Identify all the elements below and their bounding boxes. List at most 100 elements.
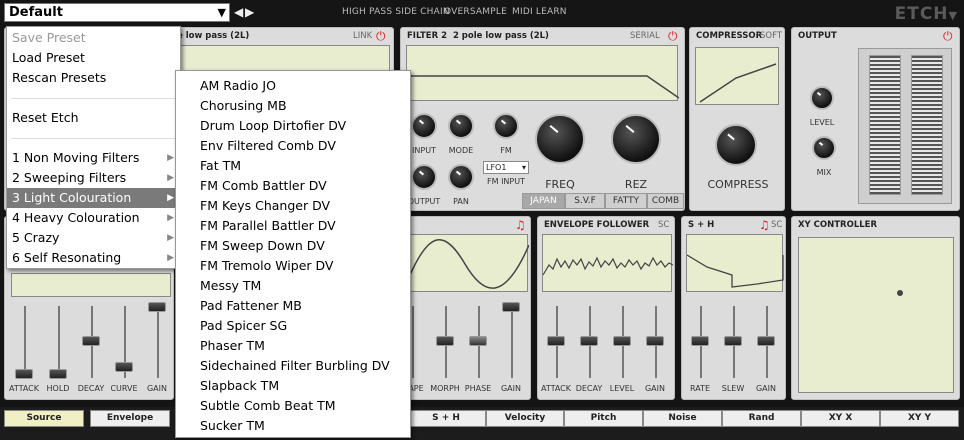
- curve-slider[interactable]: [115, 362, 133, 372]
- prev-preset-icon[interactable]: ◀: [234, 5, 243, 19]
- sh-sc-toggle[interactable]: SC: [771, 220, 782, 230]
- ef-gain-slider[interactable]: [646, 336, 664, 346]
- output-title: OUTPUT: [798, 31, 837, 41]
- menu-item-non-moving-filters[interactable]: 1 Non Moving Filters ▶: [7, 148, 180, 168]
- tab-pitch[interactable]: Pitch: [564, 410, 643, 427]
- filter1-power-icon[interactable]: ⏻: [376, 29, 386, 44]
- submenu-item[interactable]: FM Tremolo Wiper DV: [176, 256, 410, 276]
- envelope-display: [11, 273, 171, 297]
- submenu-item[interactable]: Phaser TM: [176, 336, 410, 356]
- submenu-item[interactable]: Fat TM: [176, 156, 410, 176]
- tab-envelope[interactable]: Envelope: [90, 410, 170, 427]
- tab-sh[interactable]: S + H: [406, 410, 486, 427]
- submenu-item[interactable]: FM Comb Battler DV: [176, 176, 410, 196]
- filter2-power-icon[interactable]: ⏻: [668, 29, 678, 44]
- lfo-note-icon[interactable]: ♫: [515, 218, 526, 232]
- mode-svf-button[interactable]: S.V.F: [565, 193, 605, 209]
- fm-knob[interactable]: [493, 113, 519, 139]
- submenu-item[interactable]: Pad Fattener MB: [176, 296, 410, 316]
- compress-knob[interactable]: [715, 124, 757, 166]
- rate-slider[interactable]: [691, 336, 709, 346]
- rez-knob[interactable]: [611, 114, 661, 164]
- tab-velocity[interactable]: Velocity: [486, 410, 564, 427]
- tab-noise[interactable]: Noise: [643, 410, 722, 427]
- submenu-item[interactable]: Messy TM: [176, 276, 410, 296]
- submenu-item[interactable]: Chorusing MB: [176, 96, 410, 116]
- phase-slider[interactable]: [469, 336, 487, 346]
- submenu-arrow-icon: ▶: [167, 193, 174, 203]
- menu-item-crazy[interactable]: 5 Crazy ▶: [7, 228, 180, 248]
- ef-decay-slider[interactable]: [580, 336, 598, 346]
- preset-dropdown[interactable]: Default ▼: [4, 3, 230, 22]
- fm-input-select[interactable]: LFO1 ▾: [483, 161, 529, 174]
- slew-slider[interactable]: [724, 336, 742, 346]
- pan-knob[interactable]: [448, 164, 474, 190]
- submenu-item[interactable]: Sucker TM: [176, 416, 410, 436]
- submenu-item[interactable]: Drum Loop Dirtofier DV: [176, 116, 410, 136]
- morph-slider[interactable]: [436, 336, 454, 346]
- menu-item-save-preset[interactable]: Save Preset: [7, 28, 180, 48]
- mix-label: MIX: [816, 168, 832, 177]
- mode-knob[interactable]: [448, 113, 474, 139]
- tab-xy-y[interactable]: XY Y: [880, 410, 959, 427]
- soft-toggle[interactable]: SOFT: [760, 31, 782, 41]
- level-knob[interactable]: [810, 86, 834, 110]
- submenu-item[interactable]: Slapback TM: [176, 376, 410, 396]
- oversample-button[interactable]: OVERSAMPLE: [444, 7, 507, 17]
- filter1-title: e low pass (2L): [177, 31, 250, 41]
- link-toggle[interactable]: LINK: [353, 31, 372, 41]
- envfollow-sc-toggle[interactable]: SC: [658, 220, 669, 230]
- menu-item-reset-etch[interactable]: Reset Etch: [7, 108, 180, 128]
- mix-knob[interactable]: [812, 136, 836, 160]
- left-meter: [869, 55, 901, 195]
- output-knob[interactable]: [411, 164, 437, 190]
- tab-xy-x[interactable]: XY X: [801, 410, 880, 427]
- xy-cursor[interactable]: [897, 290, 903, 296]
- sh-note-icon[interactable]: ♫: [759, 218, 770, 232]
- mode-comb-button[interactable]: COMB: [647, 193, 684, 209]
- input-knob[interactable]: [411, 113, 437, 139]
- submenu-item[interactable]: FM Parallel Battler DV: [176, 216, 410, 236]
- midi-learn-button[interactable]: MIDI LEARN: [512, 7, 567, 17]
- submenu-item[interactable]: AM Radio JO: [176, 76, 410, 96]
- ef-attack-slider[interactable]: [547, 336, 565, 346]
- tab-source[interactable]: Source: [4, 410, 84, 427]
- menu-item-heavy-colouration[interactable]: 4 Heavy Colouration ▶: [7, 208, 180, 228]
- menu-item-rescan-presets[interactable]: Rescan Presets: [7, 68, 180, 88]
- envelope-gain-slider[interactable]: [148, 302, 166, 312]
- lfo-gain-slider[interactable]: [502, 302, 520, 312]
- submenu-item[interactable]: Pad Spicer SG: [176, 316, 410, 336]
- filter2-display: [406, 45, 680, 101]
- menu-separator: [11, 98, 176, 99]
- decay-slider[interactable]: [82, 336, 100, 346]
- submenu-arrow-icon: ▶: [167, 253, 174, 263]
- submenu-item[interactable]: Sidechained Filter Burbling DV: [176, 356, 410, 376]
- envfollow-wave: [542, 256, 674, 276]
- xy-pad[interactable]: [798, 237, 954, 393]
- level-label: LEVEL: [809, 118, 835, 127]
- output-power-icon[interactable]: ⏻: [943, 29, 953, 44]
- tab-rand[interactable]: Rand: [722, 410, 801, 427]
- menu-item-load-preset[interactable]: Load Preset: [7, 48, 180, 68]
- ef-level-slider[interactable]: [613, 336, 631, 346]
- mode-fatty-button[interactable]: FATTY: [605, 193, 647, 209]
- sh-gain-slider[interactable]: [757, 336, 775, 346]
- submenu-item[interactable]: Subtle Comb Beat TM: [176, 396, 410, 416]
- serial-toggle[interactable]: SERIAL: [630, 31, 660, 41]
- menu-item-light-colouration[interactable]: 3 Light Colouration ▶: [7, 188, 180, 208]
- submenu-item[interactable]: FM Keys Changer DV: [176, 196, 410, 216]
- submenu-item[interactable]: FM Sweep Down DV: [176, 236, 410, 256]
- app-logo: ETCH▼: [894, 4, 958, 24]
- mode-japan-button[interactable]: JAPAN: [522, 193, 565, 209]
- next-preset-icon[interactable]: ▶: [245, 5, 254, 19]
- freq-knob[interactable]: [535, 114, 585, 164]
- high-pass-side-chain-button[interactable]: HIGH PASS SIDE CHAIN: [342, 7, 450, 17]
- menu-item-sweeping-filters[interactable]: 2 Sweeping Filters ▶: [7, 168, 180, 188]
- attack-slider[interactable]: [15, 369, 33, 379]
- envelope-follower-display: [542, 234, 674, 292]
- hold-slider[interactable]: [49, 369, 67, 379]
- menu-item-self-resonating[interactable]: 6 Self Resonating ▶: [7, 248, 180, 268]
- light-colouration-submenu: AM Radio JO Chorusing MB Drum Loop Dirto…: [175, 70, 411, 438]
- filter2-curve: [407, 75, 680, 99]
- submenu-item[interactable]: Env Filtered Comb DV: [176, 136, 410, 156]
